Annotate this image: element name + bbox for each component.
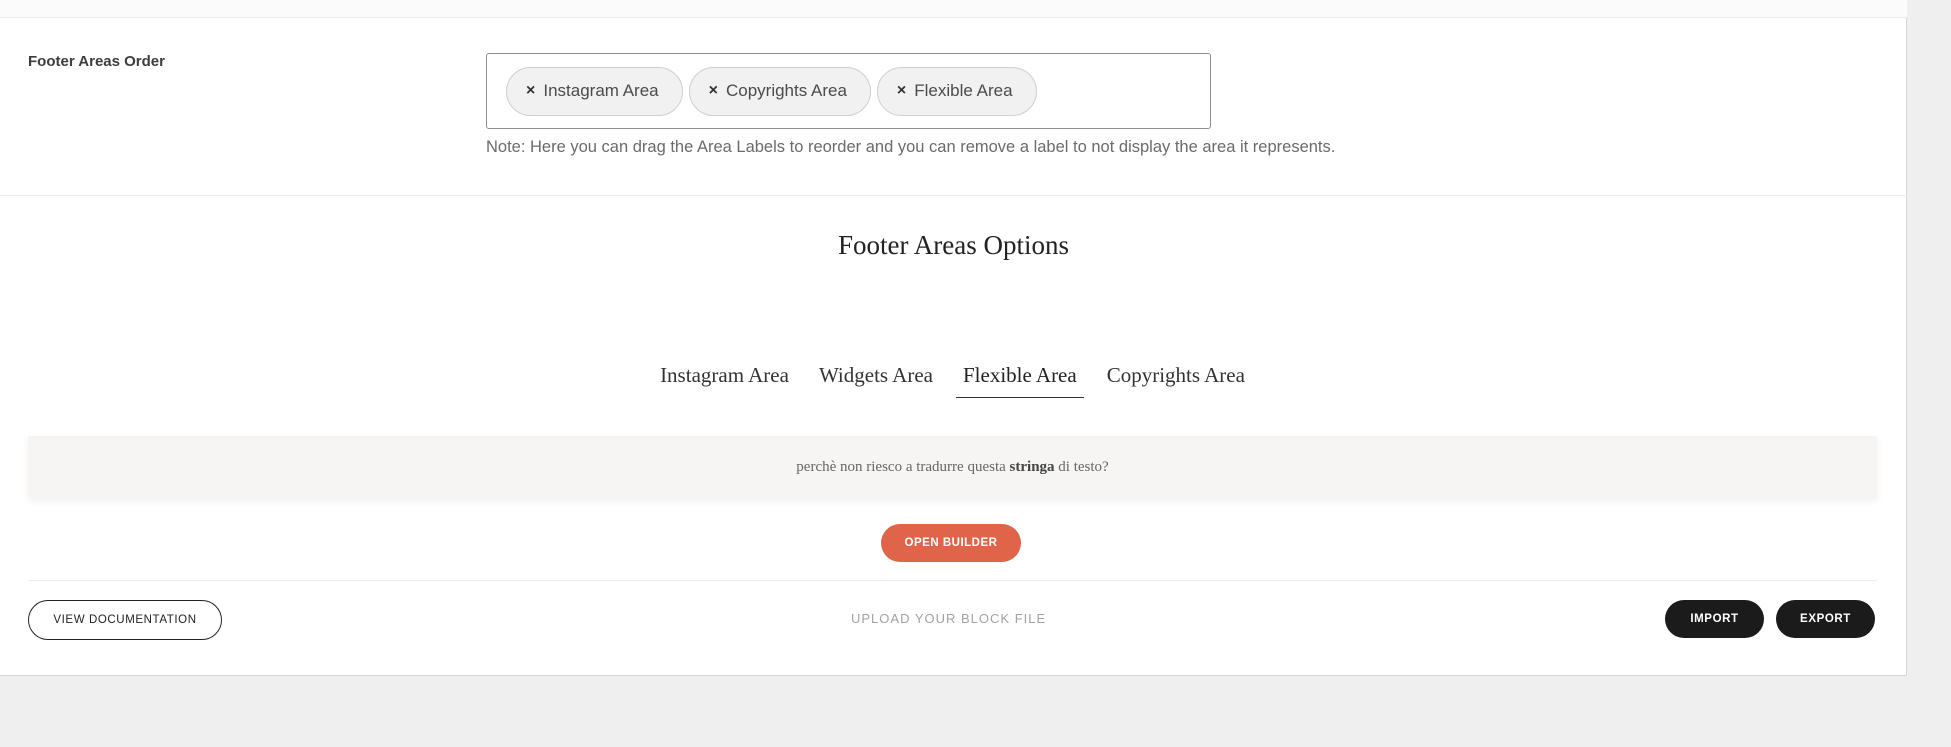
export-button[interactable]: EXPORT (1776, 600, 1875, 638)
section-title: Footer Areas Options (838, 230, 1069, 260)
view-documentation-button[interactable]: VIEW DOCUMENTATION (28, 600, 222, 640)
import-button[interactable]: IMPORT (1665, 600, 1764, 638)
tag-label: Flexible Area (914, 81, 1013, 100)
footer-order-note: Note: Here you can drag the Area Labels … (486, 138, 1336, 156)
builder-info-box: perchè non riesco a tradurre questa stri… (28, 436, 1877, 498)
tab-instagram-area[interactable]: Instagram Area (653, 363, 796, 398)
info-text-after: di testo? (1054, 459, 1109, 475)
open-builder-button[interactable]: OPEN BUILDER (881, 524, 1021, 562)
remove-tag-icon[interactable]: × (709, 82, 718, 100)
info-text-before: perchè non riesco a tradurre questa (796, 459, 1010, 475)
footer-areas-order-label: Footer Areas Order (28, 53, 165, 70)
section-divider (0, 195, 1907, 196)
remove-tag-icon[interactable]: × (897, 82, 906, 100)
tag-label: Copyrights Area (725, 81, 847, 100)
remove-tag-icon[interactable]: × (526, 82, 535, 100)
tag-instagram-area[interactable]: × Instagram Area (506, 66, 683, 116)
previous-row-strip (0, 0, 1907, 18)
tab-copyrights-area[interactable]: Copyrights Area (1100, 363, 1252, 398)
settings-panel: Footer Areas Order × Instagram Area × Co… (0, 0, 1907, 676)
upload-block-file-link[interactable]: UPLOAD YOUR BLOCK FILE (851, 611, 1046, 626)
tab-widgets-area[interactable]: Widgets Area (812, 363, 940, 398)
footer-divider (28, 580, 1877, 581)
tab-flexible-area[interactable]: Flexible Area (955, 363, 1084, 398)
footer-areas-order-field[interactable]: × Instagram Area × Copyrights Area × Fle… (486, 53, 1211, 129)
tag-flexible-area[interactable]: × Flexible Area (876, 66, 1037, 116)
info-text-bold: stringa (1009, 459, 1055, 475)
footer-area-tabs: Instagram Area Widgets Area Flexible Are… (0, 363, 1907, 398)
tag-copyrights-area[interactable]: × Copyrights Area (688, 66, 871, 116)
tag-label: Instagram Area (543, 81, 659, 100)
